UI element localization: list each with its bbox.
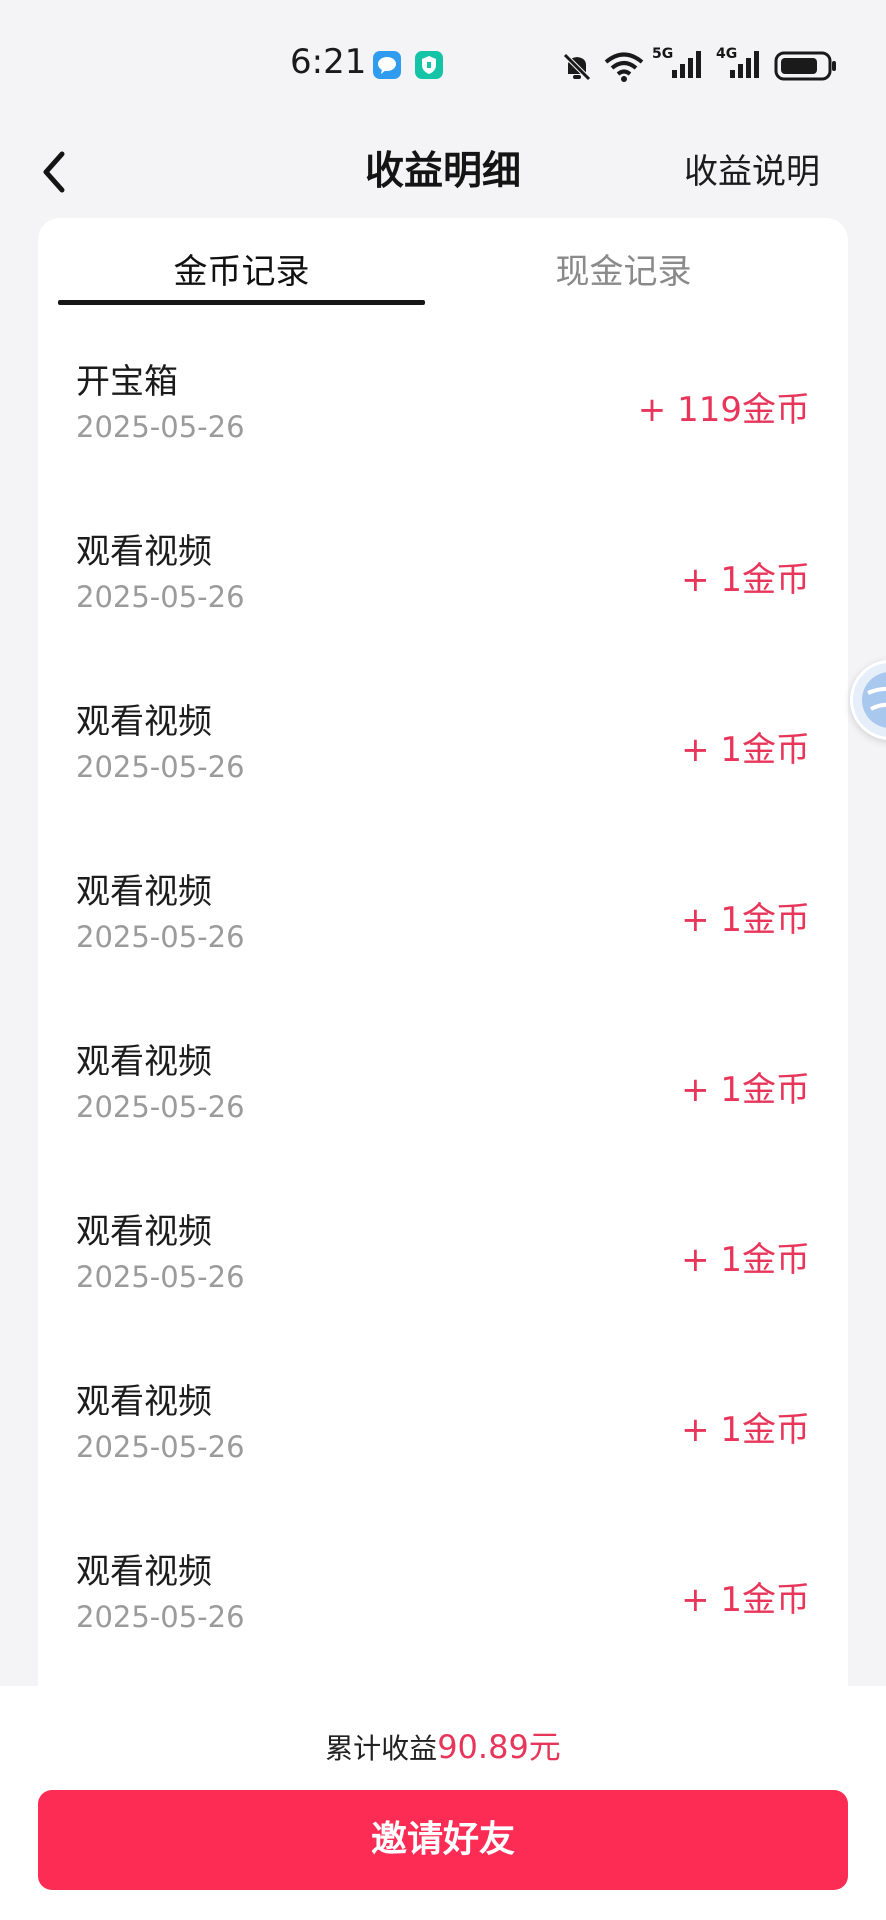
records-card: 金币记录 现金记录 开宝箱 2025-05-26 + 119金币 观看视频 20… (38, 218, 848, 1738)
network-5g-label: 5G (652, 46, 674, 62)
record-title: 观看视频 (76, 702, 212, 742)
invite-friends-button[interactable]: 邀请好友 (38, 1790, 848, 1890)
record-amount: + 1金币 (681, 560, 810, 600)
record-date: 2025-05-26 (76, 1090, 245, 1124)
list-item: 观看视频 2025-05-26 + 1金币 (38, 694, 848, 864)
record-date: 2025-05-26 (76, 1430, 245, 1464)
record-date: 2025-05-26 (76, 750, 245, 784)
record-date: 2025-05-26 (76, 1600, 245, 1634)
battery-icon (774, 50, 838, 86)
page-header: 收益明细 收益说明 (0, 130, 886, 220)
record-amount: + 1金币 (681, 1580, 810, 1620)
mute-bell-icon (560, 50, 594, 88)
tab-coin-records[interactable]: 金币记录 (58, 244, 425, 293)
record-title: 观看视频 (76, 1382, 212, 1422)
shield-icon (414, 50, 444, 84)
wifi-icon (604, 50, 644, 88)
signal-5g-icon: 5G (652, 46, 708, 80)
list-item: 观看视频 2025-05-26 + 1金币 (38, 524, 848, 694)
list-item: 观看视频 2025-05-26 + 1金币 (38, 1204, 848, 1374)
network-4g-label: 4G (716, 46, 738, 62)
record-date: 2025-05-26 (76, 1260, 245, 1294)
record-amount: + 1金币 (681, 730, 810, 770)
record-title: 观看视频 (76, 1552, 212, 1592)
status-bar: 6:21 5G 4G (0, 0, 886, 130)
total-earnings-label: 累计收益 (325, 1732, 438, 1765)
earnings-help-link[interactable]: 收益说明 (684, 144, 820, 193)
list-item: 观看视频 2025-05-26 + 1金币 (38, 1374, 848, 1544)
record-title: 观看视频 (76, 1212, 212, 1252)
status-time: 6:21 (290, 42, 367, 82)
record-amount: + 1金币 (681, 1070, 810, 1110)
record-date: 2025-05-26 (76, 410, 245, 444)
list-item: 开宝箱 2025-05-26 + 119金币 (38, 354, 848, 524)
record-amount: + 1金币 (681, 900, 810, 940)
total-earnings: 累计收益90.89元 (0, 1722, 886, 1768)
record-title: 观看视频 (76, 532, 212, 572)
floating-assistant-icon[interactable] (850, 660, 886, 740)
total-earnings-amount: 90.89元 (437, 1728, 561, 1766)
bottom-bar: 累计收益90.89元 邀请好友 (0, 1686, 886, 1920)
list-item: 观看视频 2025-05-26 + 1金币 (38, 1034, 848, 1204)
record-date: 2025-05-26 (76, 920, 245, 954)
list-item: 观看视频 2025-05-26 + 1金币 (38, 864, 848, 1034)
record-title: 开宝箱 (76, 362, 178, 402)
message-icon (372, 50, 402, 84)
record-title: 观看视频 (76, 1042, 212, 1082)
record-amount: + 1金币 (681, 1410, 810, 1450)
signal-4g-icon: 4G (716, 46, 766, 80)
active-tab-indicator (58, 300, 425, 305)
record-title: 观看视频 (76, 872, 212, 912)
record-amount: + 119金币 (637, 390, 810, 430)
record-amount: + 1金币 (681, 1240, 810, 1280)
record-date: 2025-05-26 (76, 580, 245, 614)
tab-cash-records[interactable]: 现金记录 (440, 244, 807, 293)
